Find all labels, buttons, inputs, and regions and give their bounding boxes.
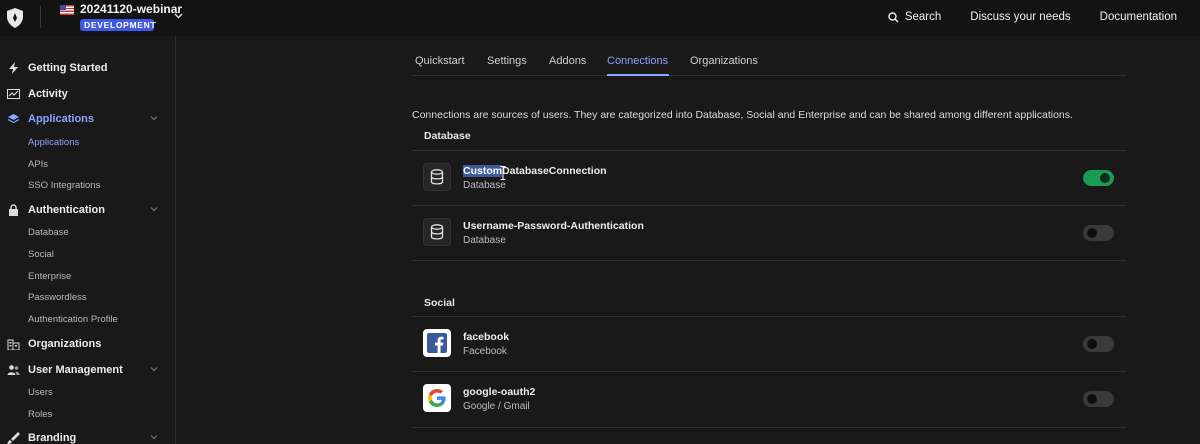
toggle-knob bbox=[1100, 173, 1110, 183]
connection-name[interactable]: CustomDatabaseConnection bbox=[463, 165, 607, 177]
documentation-link[interactable]: Documentation bbox=[1100, 11, 1177, 23]
sidebar-item-organizations[interactable]: Organizations bbox=[0, 332, 176, 356]
application-tabs: Quickstart Settings Addons Connections O… bbox=[412, 36, 1126, 76]
sidebar-subitem-users[interactable]: Users bbox=[28, 385, 53, 401]
connection-toggle[interactable] bbox=[1083, 225, 1114, 241]
chevron-down-icon[interactable] bbox=[174, 13, 183, 19]
toggle-knob bbox=[1087, 394, 1097, 404]
connection-name[interactable]: google-oauth2 bbox=[463, 386, 535, 398]
chevron-up-icon[interactable] bbox=[150, 366, 158, 372]
sidebar-subitem-social[interactable]: Social bbox=[28, 247, 54, 263]
top-bar: 20241120-webinar DEVELOPMENT Search Disc… bbox=[0, 0, 1200, 36]
sidebar-item-authentication[interactable]: Authentication bbox=[0, 198, 176, 222]
tab-organizations[interactable]: Organizations bbox=[690, 55, 758, 67]
brush-icon bbox=[7, 432, 20, 444]
text-cursor-icon bbox=[500, 166, 506, 180]
connection-row: google-oauth2 Google / Gmail bbox=[412, 372, 1126, 426]
tab-quickstart[interactable]: Quickstart bbox=[415, 55, 465, 67]
discuss-needs-link[interactable]: Discuss your needs bbox=[970, 11, 1070, 23]
connection-toggle[interactable] bbox=[1083, 170, 1114, 186]
sidebar-item-user-management[interactable]: User Management bbox=[0, 358, 176, 382]
tenant-switcher[interactable]: 20241120-webinar DEVELOPMENT bbox=[60, 2, 182, 31]
documentation-label: Documentation bbox=[1099, 11, 1177, 23]
layers-icon bbox=[7, 114, 20, 124]
tab-connections[interactable]: Connections bbox=[607, 55, 668, 67]
sidebar-item-getting-started[interactable]: Getting Started bbox=[0, 56, 176, 80]
building-icon bbox=[7, 339, 20, 350]
connection-type: Facebook bbox=[463, 346, 507, 357]
sidebar-subitem-roles[interactable]: Roles bbox=[28, 407, 52, 423]
chevron-up-icon[interactable] bbox=[150, 434, 158, 440]
discuss-needs-label: Discuss your needs bbox=[970, 11, 1071, 23]
sidebar-item-branding[interactable]: Branding bbox=[0, 426, 176, 444]
users-icon bbox=[7, 365, 20, 375]
database-icon bbox=[423, 218, 451, 246]
connection-type: Database bbox=[463, 235, 506, 246]
connection-name[interactable]: Username-Password-Authentication bbox=[463, 220, 644, 232]
search-icon bbox=[888, 11, 899, 23]
toggle-knob bbox=[1087, 228, 1097, 238]
sidebar-item-label: Organizations bbox=[28, 338, 102, 350]
auth0-logo-icon[interactable] bbox=[6, 8, 24, 28]
sidebar-subitem-database[interactable]: Database bbox=[28, 225, 69, 241]
connection-row: Username-Password-Authentication Databas… bbox=[412, 206, 1126, 260]
selected-text: Custom bbox=[463, 165, 503, 177]
connection-toggle[interactable] bbox=[1083, 391, 1114, 407]
divider bbox=[40, 6, 41, 28]
section-title-social: Social bbox=[424, 297, 455, 309]
connections-description: Connections are sources of users. They a… bbox=[412, 109, 1073, 121]
sidebar-subitem-sso-integrations[interactable]: SSO Integrations bbox=[28, 178, 100, 194]
sidebar-item-label: Getting Started bbox=[28, 62, 108, 74]
connection-toggle[interactable] bbox=[1083, 336, 1114, 352]
sidebar-item-label: Authentication bbox=[28, 204, 105, 216]
sidebar-item-activity[interactable]: Activity bbox=[0, 82, 176, 106]
connection-row: facebook Facebook bbox=[412, 317, 1126, 371]
sidebar: Getting Started Activity Applications Ap… bbox=[0, 36, 176, 444]
tab-addons[interactable]: Addons bbox=[549, 55, 586, 67]
connection-type: Database bbox=[463, 180, 506, 191]
divider bbox=[412, 427, 1126, 428]
sidebar-item-applications[interactable]: Applications bbox=[0, 107, 176, 131]
search-button[interactable]: Search bbox=[888, 11, 941, 23]
connection-type: Google / Gmail bbox=[463, 401, 530, 412]
tenant-name: 20241120-webinar bbox=[80, 2, 183, 16]
sidebar-item-label: Branding bbox=[28, 432, 77, 444]
active-tab-indicator bbox=[607, 74, 669, 76]
toggle-knob bbox=[1087, 339, 1097, 349]
section-title-database: Database bbox=[424, 130, 471, 142]
search-label: Search bbox=[904, 11, 942, 23]
divider bbox=[412, 260, 1126, 261]
sidebar-item-label: Applications bbox=[28, 113, 95, 125]
google-icon bbox=[423, 384, 451, 412]
chevron-up-icon[interactable] bbox=[150, 115, 158, 121]
tab-settings[interactable]: Settings bbox=[487, 55, 527, 67]
sidebar-subitem-enterprise[interactable]: Enterprise bbox=[28, 269, 71, 285]
us-flag-icon bbox=[60, 5, 74, 15]
activity-chart-icon bbox=[7, 89, 20, 99]
connection-row: CustomDatabaseConnection Database bbox=[412, 151, 1126, 205]
connection-name-rest: DatabaseConnection bbox=[502, 165, 607, 177]
sidebar-subitem-passwordless[interactable]: Passwordless bbox=[28, 290, 87, 306]
sidebar-subitem-apis[interactable]: APIs bbox=[28, 157, 48, 173]
facebook-icon bbox=[423, 329, 451, 357]
sidebar-item-label: User Management bbox=[28, 364, 123, 376]
database-icon bbox=[423, 163, 451, 191]
lightning-icon bbox=[9, 62, 18, 74]
lock-icon bbox=[9, 204, 18, 216]
sidebar-item-label: Activity bbox=[28, 88, 68, 100]
sidebar-subitem-applications[interactable]: Applications bbox=[28, 135, 79, 151]
environment-badge: DEVELOPMENT bbox=[80, 19, 156, 31]
sidebar-subitem-authentication-profile[interactable]: Authentication Profile bbox=[28, 312, 118, 328]
connection-name[interactable]: facebook bbox=[463, 331, 509, 343]
chevron-up-icon[interactable] bbox=[150, 206, 158, 212]
